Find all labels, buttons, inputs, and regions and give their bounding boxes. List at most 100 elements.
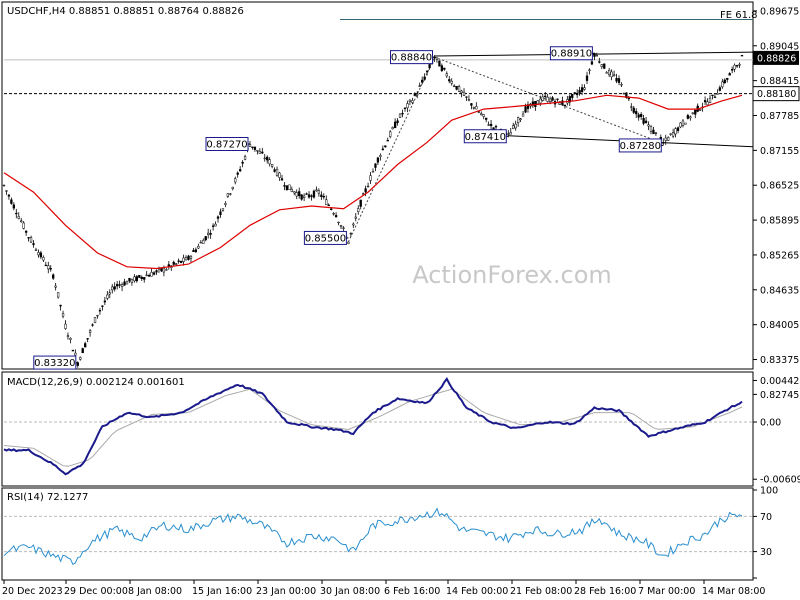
candle-body: [684, 122, 687, 125]
candle-body: [384, 145, 387, 148]
candle-body: [524, 106, 527, 113]
candle-body: [293, 191, 296, 194]
candle-body: [691, 112, 694, 114]
candle-body: [155, 270, 158, 273]
candle-body: [214, 223, 217, 227]
candle-body: [421, 79, 424, 83]
candle-body: [428, 64, 431, 69]
candle-body: [716, 93, 719, 95]
price-axis-label: 0.84005: [760, 320, 799, 331]
candle-body: [184, 256, 188, 261]
candle-body: [298, 191, 301, 197]
candle-body: [671, 132, 675, 137]
candle-body: [450, 80, 453, 84]
pivot-label: 0.87280: [620, 141, 661, 152]
candle-body: [487, 124, 490, 126]
candle-body: [224, 203, 227, 206]
candle-body: [689, 116, 692, 119]
candle-body: [408, 99, 412, 102]
candle-body: [106, 294, 109, 299]
candle-body: [391, 127, 394, 130]
candle-body: [425, 70, 429, 73]
candle-body: [371, 171, 375, 173]
rsi-axis-label: 30: [760, 547, 772, 558]
candle-body: [509, 132, 512, 135]
candle-body: [98, 310, 102, 312]
candle-body: [556, 98, 559, 100]
candle-body: [219, 211, 222, 215]
candle-body: [598, 61, 601, 63]
candle-body: [635, 111, 638, 115]
price-axis-label: 0.89675: [760, 6, 799, 17]
candle-body: [418, 85, 421, 87]
candle-body: [273, 169, 276, 172]
watermark: ActionForex.com: [412, 261, 612, 289]
candle-body: [64, 323, 67, 329]
rsi-axis-label: 70: [760, 512, 772, 523]
candle-body: [69, 337, 72, 340]
candle-body: [676, 127, 680, 131]
candle-body: [718, 87, 722, 91]
candle-body: [578, 90, 581, 94]
candle-body: [379, 155, 382, 157]
candle-body: [24, 230, 28, 233]
candle-body: [280, 178, 284, 181]
candle-body: [194, 249, 198, 252]
candle-body: [334, 215, 338, 218]
candle-body: [300, 194, 303, 200]
candle-body: [396, 120, 399, 124]
candle-body: [133, 276, 136, 282]
candle-body: [20, 220, 23, 222]
candle-body: [544, 95, 547, 98]
price-axis-label: 0.87785: [760, 111, 799, 122]
time-axis-label: 14 Feb 00:00: [446, 586, 508, 597]
candle-body: [29, 237, 33, 243]
candle-body: [354, 216, 357, 219]
candle-body: [162, 267, 166, 273]
pivot-label: 0.85500: [305, 233, 346, 244]
candle-body: [652, 129, 655, 135]
candle-body: [172, 261, 175, 265]
candle-body: [470, 103, 473, 106]
candle-body: [593, 53, 596, 57]
candle-body: [317, 190, 321, 194]
rsi-axis-label: 100: [760, 486, 778, 497]
candle-body: [66, 335, 70, 337]
candle-body: [485, 117, 488, 120]
candle-body: [27, 237, 30, 239]
candle-body: [664, 137, 667, 141]
candle-body: [12, 204, 15, 209]
last-price-label: 0.88826: [757, 53, 796, 64]
candle-body: [411, 100, 414, 103]
candle-body: [187, 255, 190, 260]
candle-body: [290, 189, 293, 192]
candle-body: [349, 232, 353, 235]
candle-body: [108, 292, 111, 295]
candle-body: [101, 305, 104, 307]
candle-body: [325, 199, 328, 205]
price-axis-label: 0.89045: [760, 41, 799, 52]
usdchf-h4-chart: 0.83320 0.87270 0.85500 0.88840 0.87410 0.889…: [0, 0, 800, 600]
candle-body: [642, 118, 645, 124]
candle-body: [512, 125, 515, 130]
candle-body: [416, 93, 419, 96]
candle-body: [462, 91, 466, 96]
candle-body: [374, 163, 377, 168]
candle-body: [74, 352, 77, 356]
candle-body: [585, 75, 589, 81]
candle-body: [189, 256, 193, 259]
candle-body: [630, 106, 633, 108]
candle-body: [563, 104, 567, 107]
candle-body: [699, 109, 702, 111]
candle-body: [256, 150, 259, 152]
candle-body: [622, 93, 626, 95]
candle-body: [160, 268, 163, 272]
candle-body: [32, 243, 35, 246]
candle-body: [275, 168, 279, 176]
candle-body: [475, 106, 478, 110]
candle-body: [47, 265, 50, 270]
candle-body: [96, 314, 99, 317]
candle-body: [686, 115, 690, 119]
candle-body: [312, 190, 316, 198]
candle-body: [539, 98, 542, 104]
